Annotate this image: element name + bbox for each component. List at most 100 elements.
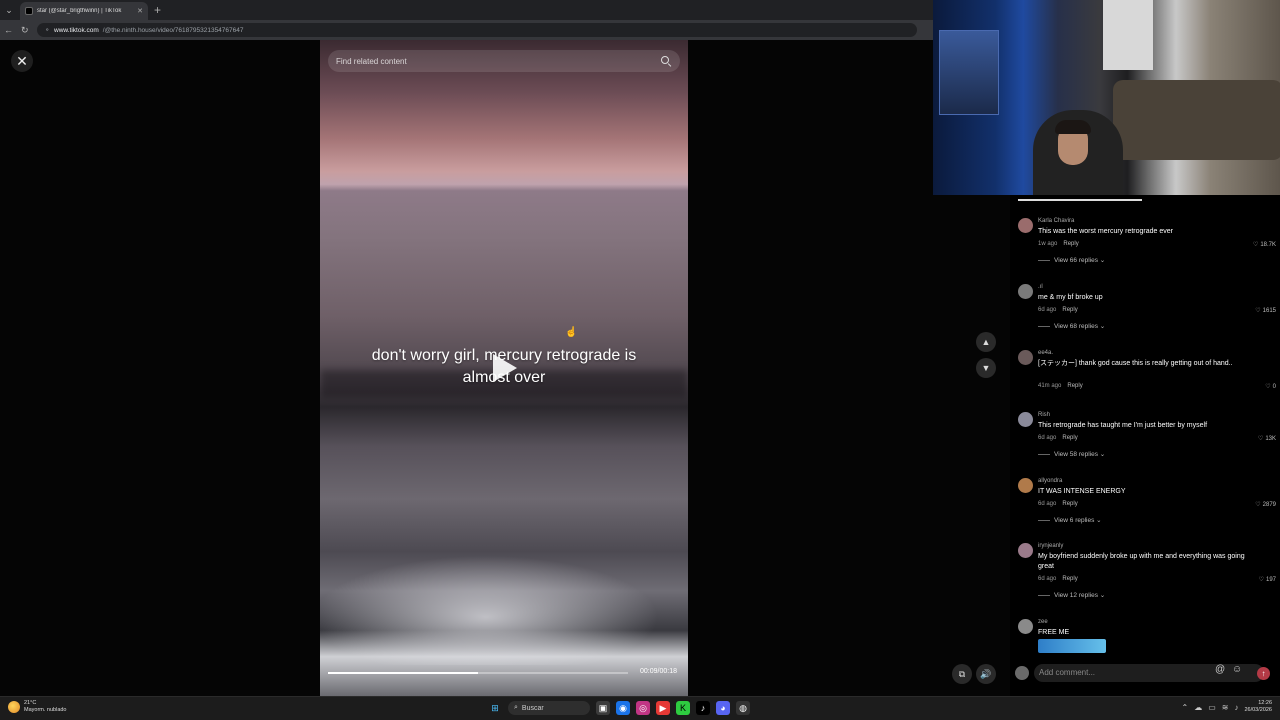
system-tray: ⌃ ☁ ▭ ≋ ♪ 12:26 26/03/2026	[1182, 700, 1273, 714]
like-button[interactable]: ♡ 0	[1265, 383, 1276, 390]
reply-button[interactable]: Reply	[1062, 501, 1077, 507]
instagram-icon[interactable]: ◎	[636, 701, 650, 715]
reload-icon[interactable]: ↻	[21, 25, 29, 36]
mouse-cursor-icon: ☝	[565, 327, 578, 338]
clock[interactable]: 12:26 26/03/2026	[1244, 700, 1272, 714]
avatar[interactable]	[1018, 218, 1033, 233]
related-search-input[interactable]: Find related content	[328, 50, 680, 72]
comment-text: [ステッカー] thank god cause this is really g…	[1038, 360, 1233, 367]
view-replies-button[interactable]: View 12 replies ⌄	[1038, 591, 1105, 599]
like-button[interactable]: ♡ 197	[1259, 576, 1276, 583]
add-comment-input[interactable]: Add comment...	[1034, 664, 1264, 682]
like-count: 197	[1265, 577, 1276, 583]
like-count: 1615	[1262, 308, 1276, 314]
comment-item: .ıl me & my bf broke up 6d ago Reply ♡ 161…	[1018, 284, 1276, 334]
like-button[interactable]: ♡ 2879	[1255, 501, 1276, 508]
comment-username[interactable]: irynjeanly	[1038, 543, 1063, 549]
comment-composer: Add comment... @ ☺ ↑	[1010, 662, 1280, 684]
view-replies-button[interactable]: View 68 replies ⌄	[1038, 322, 1105, 330]
view-replies-button[interactable]: View 6 replies ⌄	[1038, 516, 1102, 524]
like-button[interactable]: ♡ 13K	[1258, 435, 1276, 442]
reply-button[interactable]: Reply	[1062, 307, 1077, 313]
like-button[interactable]: ♡ 1615	[1255, 307, 1276, 314]
comment-item: Karla Chavira This was the worst mercury…	[1018, 218, 1276, 268]
video-progress-fill	[328, 672, 478, 674]
tab-list-chevron-icon[interactable]: ⌄	[0, 5, 18, 16]
url-field[interactable]: ⚬ www.tiktok.com/@the.ninth.house/video/…	[36, 23, 917, 37]
search-icon: ⌕	[514, 704, 518, 711]
avatar[interactable]	[1018, 619, 1033, 634]
comment-text: My boyfriend suddenly broke up with me a…	[1038, 553, 1245, 570]
like-button[interactable]: ♡ 18.7K	[1253, 241, 1276, 248]
close-icon[interactable]: ✕	[11, 50, 33, 72]
comment-text: IT WAS INTENSE ENERGY	[1038, 488, 1126, 495]
pip-icon[interactable]: ⧉	[952, 664, 972, 684]
new-tab-button[interactable]: +	[154, 3, 161, 17]
clock-time: 12:26	[1258, 700, 1272, 706]
windows-start-icon[interactable]: ⊞	[488, 701, 502, 715]
kick-icon[interactable]: K	[676, 701, 690, 715]
speaker-icon[interactable]: ♪	[1234, 703, 1238, 712]
weather-icon	[8, 701, 20, 713]
view-replies-label: View 66 replies	[1054, 257, 1098, 264]
avatar[interactable]	[1018, 412, 1033, 427]
comment-time: 6d ago	[1038, 576, 1057, 582]
site-info-icon[interactable]: ⚬	[45, 26, 50, 34]
comment-username[interactable]: ee4a.	[1038, 350, 1053, 356]
view-replies-label: View 12 replies	[1054, 592, 1098, 599]
avatar[interactable]	[1018, 543, 1033, 558]
like-count: 13K	[1265, 436, 1276, 442]
send-button[interactable]: ↑	[1257, 667, 1270, 680]
reply-button[interactable]: Reply	[1067, 383, 1082, 389]
comment-time: 6d ago	[1038, 501, 1057, 507]
tab-close-icon[interactable]: ✕	[137, 7, 143, 15]
back-icon[interactable]: ←	[4, 25, 13, 35]
view-replies-button[interactable]: View 58 replies ⌄	[1038, 450, 1105, 458]
reply-button[interactable]: Reply	[1062, 576, 1077, 582]
heart-icon: ♡	[1252, 242, 1259, 248]
comment-username[interactable]: allyondra	[1038, 478, 1062, 484]
comment-meta: 1w ago Reply	[1038, 241, 1079, 247]
weather-temp: 21°C	[24, 700, 37, 706]
search-icon[interactable]	[660, 55, 672, 67]
avatar[interactable]	[1018, 350, 1033, 365]
tiktok-favicon-icon	[25, 7, 33, 15]
view-replies-label: View 58 replies	[1054, 451, 1098, 458]
avatar	[1015, 666, 1029, 680]
mention-icon[interactable]: @	[1215, 664, 1225, 675]
volume-icon[interactable]: 🔊	[976, 664, 996, 684]
battery-icon[interactable]: ▭	[1208, 703, 1216, 712]
reply-button[interactable]: Reply	[1063, 241, 1078, 247]
webcam-sofa	[1113, 80, 1280, 160]
task-view-icon[interactable]: ▣	[596, 701, 610, 715]
browser-tab[interactable]: star (@star_brigthwinn) | TikTok ✕	[20, 2, 148, 20]
youtube-icon[interactable]: ▶	[656, 701, 670, 715]
view-replies-button[interactable]: View 66 replies ⌄	[1038, 256, 1105, 264]
weather-widget[interactable]: 21°C Mayorm. nublado	[8, 700, 67, 714]
edge-icon[interactable]: ◉	[616, 701, 630, 715]
comment-username[interactable]: Rish	[1038, 412, 1050, 418]
taskbar-search[interactable]: ⌕ Buscar	[508, 701, 590, 715]
chrome-icon[interactable]: ◍	[736, 701, 750, 715]
comment-username[interactable]: .ıl	[1038, 284, 1043, 290]
comment-username[interactable]: Karla Chavira	[1038, 218, 1074, 224]
discord-icon[interactable]: ◕	[716, 701, 730, 715]
video-player[interactable]: Find related content don't worry girl, m…	[320, 40, 688, 696]
weather-text: 21°C Mayorm. nublado	[24, 700, 67, 714]
avatar[interactable]	[1018, 284, 1033, 299]
comment-username[interactable]: zee	[1038, 619, 1048, 625]
tiktok-icon[interactable]: ♪	[696, 701, 710, 715]
avatar[interactable]	[1018, 478, 1033, 493]
play-icon[interactable]	[493, 354, 517, 382]
comment-meta: 6d ago Reply	[1038, 307, 1078, 313]
emoji-icon[interactable]: ☺	[1232, 664, 1242, 675]
video-progress-bar[interactable]	[328, 672, 628, 674]
next-video-button[interactable]: ▼	[976, 358, 996, 378]
cloud-icon[interactable]: ☁	[1194, 703, 1202, 712]
wifi-icon[interactable]: ≋	[1222, 703, 1229, 712]
comment-text: FREE ME	[1038, 629, 1070, 636]
chevron-up-icon[interactable]: ⌃	[1182, 703, 1189, 712]
chevron-down-icon: ⌄	[1099, 257, 1106, 264]
reply-button[interactable]: Reply	[1062, 435, 1077, 441]
previous-video-button[interactable]: ▲	[976, 332, 996, 352]
